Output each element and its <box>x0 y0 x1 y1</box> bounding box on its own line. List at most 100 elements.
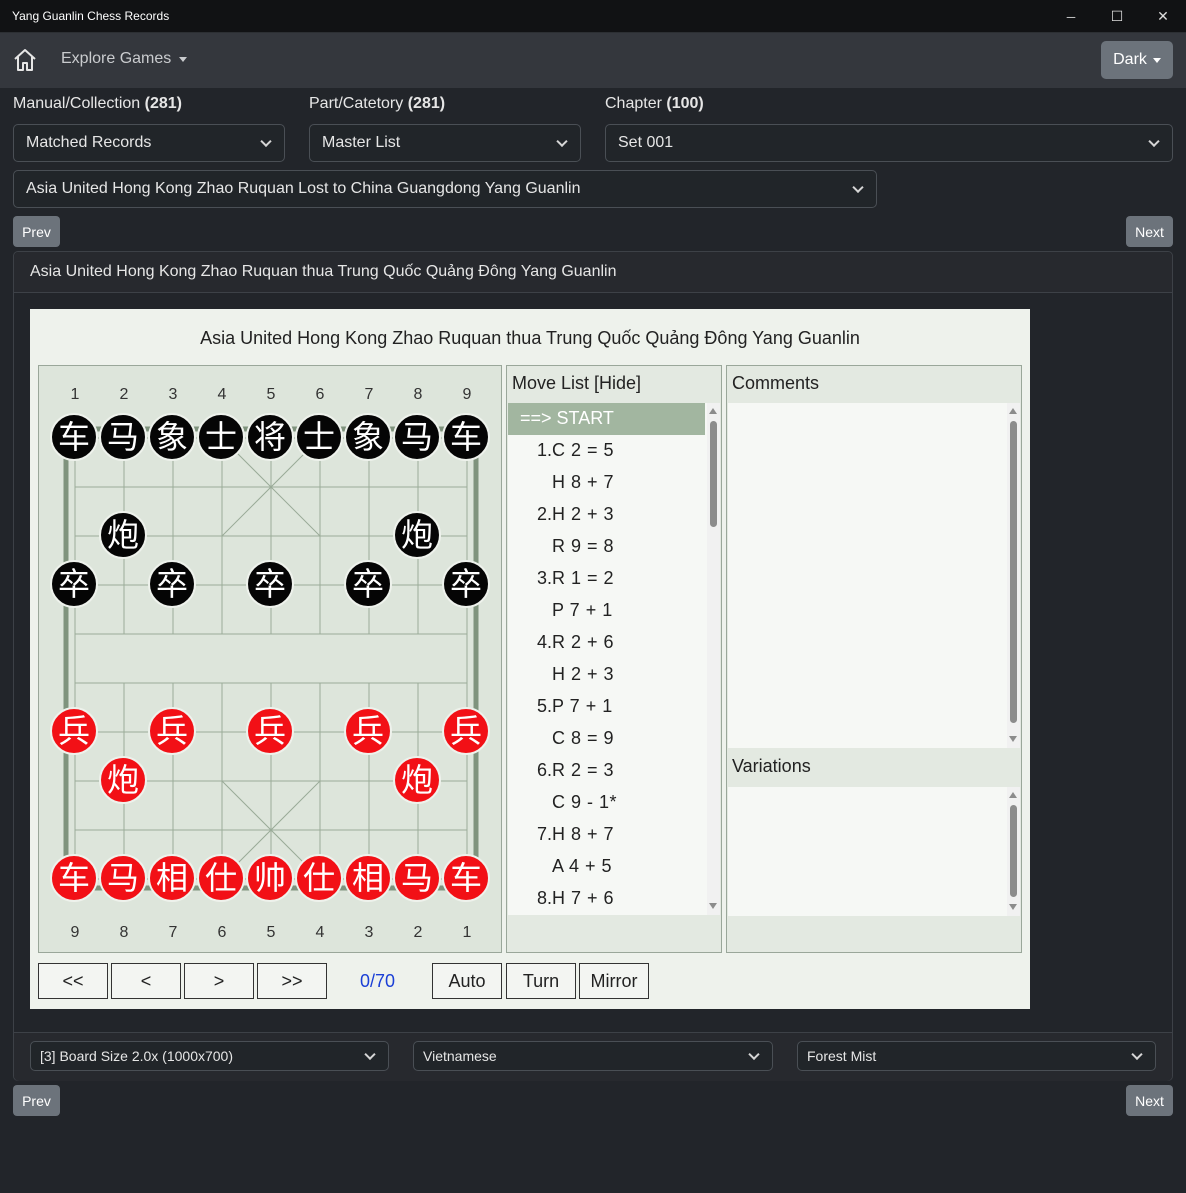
maximize-icon: ☐ <box>1110 8 1124 24</box>
move-row[interactable]: 4. R 2 + 6 <box>508 627 705 659</box>
red-piece[interactable]: 兵 <box>442 707 490 755</box>
prev-button-bottom[interactable]: Prev <box>13 1085 60 1116</box>
black-piece[interactable]: 象 <box>148 413 196 461</box>
black-piece[interactable]: 炮 <box>99 511 147 559</box>
red-piece[interactable]: 相 <box>344 854 392 902</box>
comments-scrollbar[interactable] <box>1007 403 1020 748</box>
first-move-button[interactable]: << <box>38 963 108 999</box>
move-number: 4. <box>536 632 552 652</box>
red-piece[interactable]: 马 <box>99 854 147 902</box>
move-row[interactable]: H 8 + 7 <box>508 467 705 499</box>
next-button-top[interactable]: Next <box>1126 216 1173 247</box>
close-button[interactable]: ✕ <box>1140 0 1186 33</box>
prev-move-button[interactable]: < <box>111 963 181 999</box>
maximize-button[interactable]: ☐ <box>1094 0 1140 33</box>
black-piece[interactable]: 士 <box>295 413 343 461</box>
black-piece[interactable]: 炮 <box>393 511 441 559</box>
red-piece[interactable]: 车 <box>50 854 98 902</box>
move-row[interactable]: R 9 = 8 <box>508 531 705 563</box>
chapter-select[interactable]: Set 001 <box>605 124 1173 162</box>
theme-dropdown-button[interactable]: Dark <box>1101 41 1173 79</box>
scroll-thumb[interactable] <box>1010 421 1017 723</box>
black-piece[interactable]: 卒 <box>246 560 294 608</box>
auto-play-button[interactable]: Auto <box>432 963 502 999</box>
game-viewer: Asia United Hong Kong Zhao Ruquan thua T… <box>30 309 1030 1009</box>
last-move-button[interactable]: >> <box>257 963 327 999</box>
black-piece[interactable]: 卒 <box>148 560 196 608</box>
comments-box[interactable] <box>728 403 1020 748</box>
variations-header: Variations <box>732 756 811 776</box>
red-piece[interactable]: 仕 <box>197 854 245 902</box>
scroll-thumb[interactable] <box>1010 805 1017 897</box>
variations-scrollbar[interactable] <box>1007 787 1020 916</box>
chess-board[interactable]: 123456789987654321车马象士将士象马车炮炮卒卒卒卒卒兵兵兵兵兵炮… <box>38 365 502 953</box>
navbar: Explore Games Dark <box>0 33 1186 88</box>
move-row[interactable]: 5. P 7 + 1 <box>508 691 705 723</box>
game-select[interactable]: Asia United Hong Kong Zhao Ruquan Lost t… <box>13 170 877 208</box>
language-select[interactable]: Vietnamese <box>413 1041 773 1071</box>
black-piece[interactable]: 卒 <box>50 560 98 608</box>
manual-collection-select[interactable]: Matched Records <box>13 124 285 162</box>
red-piece[interactable]: 兵 <box>246 707 294 755</box>
turn-board-button[interactable]: Turn <box>506 963 576 999</box>
next-button-bottom[interactable]: Next <box>1126 1085 1173 1116</box>
next-move-button[interactable]: > <box>184 963 254 999</box>
top-file-number: 1 <box>70 386 80 403</box>
red-piece[interactable]: 兵 <box>50 707 98 755</box>
red-piece[interactable]: 炮 <box>99 756 147 804</box>
black-piece[interactable]: 卒 <box>344 560 392 608</box>
black-piece[interactable]: 将 <box>246 413 294 461</box>
explore-games-label: Explore Games <box>61 50 172 67</box>
black-piece[interactable]: 车 <box>50 413 98 461</box>
move-row[interactable]: P 7 + 1 <box>508 595 705 627</box>
red-piece[interactable]: 帅 <box>246 854 294 902</box>
mirror-board-button[interactable]: Mirror <box>579 963 649 999</box>
board-size-select[interactable]: [3] Board Size 2.0x (1000x700) <box>30 1041 389 1071</box>
window-titlebar: Yang Guanlin Chess Records ─ ☐ ✕ <box>0 0 1186 33</box>
red-piece[interactable]: 炮 <box>393 756 441 804</box>
scroll-thumb[interactable] <box>710 421 717 527</box>
move-row[interactable]: 2. H 2 + 3 <box>508 499 705 531</box>
caret-down-icon <box>1152 57 1161 63</box>
top-file-number: 4 <box>217 386 227 403</box>
move-row[interactable]: 1. C 2 = 5 <box>508 435 705 467</box>
black-piece[interactable]: 象 <box>344 413 392 461</box>
red-piece[interactable]: 车 <box>442 854 490 902</box>
move-row[interactable]: 8. H 7 + 6 <box>508 883 705 915</box>
board-theme-select[interactable]: Forest Mist <box>797 1041 1156 1071</box>
black-piece[interactable]: 马 <box>99 413 147 461</box>
close-icon: ✕ <box>1157 8 1169 24</box>
move-row[interactable]: C 8 = 9 <box>508 723 705 755</box>
move-row[interactable]: A 4 + 5 <box>508 851 705 883</box>
move-row[interactable]: 7. H 8 + 7 <box>508 819 705 851</box>
black-piece[interactable]: 车 <box>442 413 490 461</box>
move-row[interactable]: 3. R 1 = 2 <box>508 563 705 595</box>
move-list-header[interactable]: Move List [Hide] <box>512 373 641 394</box>
move-number: 1. <box>536 440 552 460</box>
part-category-select[interactable]: Master List <box>309 124 581 162</box>
move-row[interactable]: H 2 + 3 <box>508 659 705 691</box>
move-list-scrollbar[interactable] <box>707 403 720 915</box>
red-piece[interactable]: 相 <box>148 854 196 902</box>
variations-box[interactable] <box>728 787 1020 916</box>
top-file-number: 6 <box>315 386 325 403</box>
move-number: 2. <box>536 504 552 524</box>
prev-button-top[interactable]: Prev <box>13 216 60 247</box>
black-piece[interactable]: 士 <box>197 413 245 461</box>
red-piece[interactable]: 兵 <box>148 707 196 755</box>
chevron-down-icon <box>1131 1048 1143 1061</box>
home-button[interactable] <box>12 47 38 73</box>
move-row[interactable]: C 9 - 1* <box>508 787 705 819</box>
red-piece[interactable]: 仕 <box>295 854 343 902</box>
move-list-panel: Move List [Hide] ==> START 1. C 2 = 5 H 8 +… <box>506 365 722 953</box>
black-piece[interactable]: 马 <box>393 413 441 461</box>
move-row-start[interactable]: ==> START <box>508 403 705 435</box>
move-row[interactable]: 6. R 2 = 3 <box>508 755 705 787</box>
caret-down-icon <box>179 56 188 62</box>
black-piece[interactable]: 卒 <box>442 560 490 608</box>
explore-games-dropdown[interactable]: Explore Games <box>61 50 188 68</box>
red-piece[interactable]: 兵 <box>344 707 392 755</box>
bottom-file-number: 5 <box>266 924 276 941</box>
red-piece[interactable]: 马 <box>393 854 441 902</box>
minimize-button[interactable]: ─ <box>1048 0 1094 33</box>
